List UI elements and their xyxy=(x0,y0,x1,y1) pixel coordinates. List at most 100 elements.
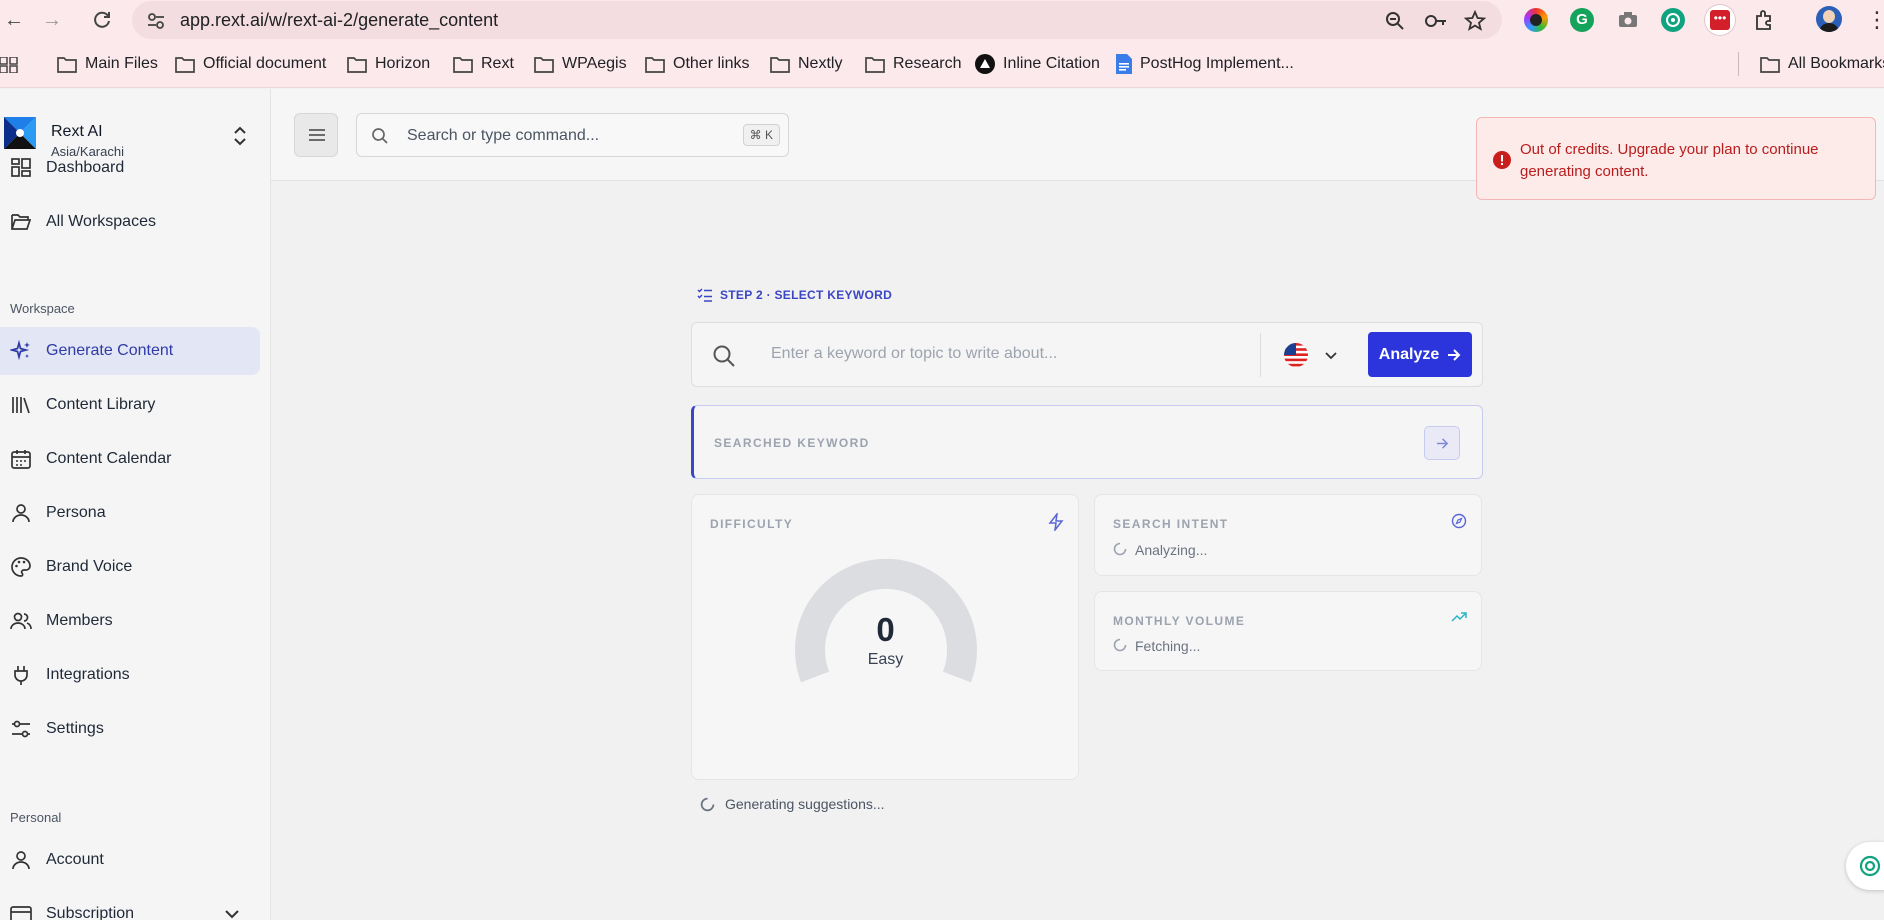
menu-icon xyxy=(309,129,325,141)
sidebar-item-brand-voice[interactable]: Brand Voice xyxy=(0,543,260,591)
bookmark-nextly[interactable]: Nextly xyxy=(770,53,842,75)
password-key-icon[interactable] xyxy=(1424,10,1448,32)
section-label-personal: Personal xyxy=(10,810,62,825)
sidebar-item-integrations[interactable]: Integrations xyxy=(0,651,260,699)
sidebar-toggle-button[interactable] xyxy=(294,113,338,157)
spinner-icon xyxy=(1113,542,1127,556)
section-label-workspace: Workspace xyxy=(10,301,75,316)
search-icon xyxy=(713,345,735,367)
bookmark-rext[interactable]: Rext xyxy=(453,53,514,75)
apps-grid-icon[interactable] xyxy=(0,57,18,73)
profile-avatar-icon[interactable] xyxy=(1816,6,1842,32)
bookmark-official-document[interactable]: Official document xyxy=(175,53,326,75)
searched-keyword-label: SEARCHED KEYWORD xyxy=(714,436,870,450)
bookmark-other-links[interactable]: Other links xyxy=(645,53,749,75)
search-intent-title: SEARCH INTENT xyxy=(1113,517,1229,531)
sidebar-item-dashboard[interactable]: Dashboard xyxy=(0,144,260,192)
folder-icon xyxy=(645,56,665,73)
forward-icon[interactable]: → xyxy=(40,8,64,32)
sidebar-item-all-workspaces[interactable]: All Workspaces xyxy=(0,198,260,246)
bookmarks-divider xyxy=(1738,52,1739,76)
bookmark-all-bookmarks[interactable]: All Bookmarks xyxy=(1760,53,1884,75)
analyze-button[interactable]: Analyze xyxy=(1368,332,1472,377)
difficulty-card: DIFFICULTY 0 Easy xyxy=(691,494,1079,780)
folder-icon xyxy=(534,56,554,73)
search-icon xyxy=(372,128,388,144)
difficulty-label: Easy xyxy=(867,651,904,668)
bookmark-wpaegis[interactable]: WPAegis xyxy=(534,53,627,75)
browser-menu-icon[interactable]: ⋮ xyxy=(1866,8,1884,32)
address-bar[interactable]: app.rext.ai/w/rext-ai-2/generate_content xyxy=(132,1,1502,39)
credit-card-icon xyxy=(10,906,32,920)
bookmark-research[interactable]: Research xyxy=(865,53,961,75)
browser-toolbar: ← → app.rext.ai/w/rext-ai-2/generate_con… xyxy=(0,0,1884,40)
search-placeholder: Search or type command... xyxy=(407,127,600,144)
sidebar: Rext AI Asia/Karachi Dashboard All Works… xyxy=(0,89,271,920)
settings-sliders-icon xyxy=(12,720,30,738)
keyword-input[interactable]: Enter a keyword or topic to write about.… xyxy=(771,345,1057,363)
list-check-icon xyxy=(697,288,712,302)
chevron-down-icon[interactable] xyxy=(224,909,240,919)
sidebar-item-generate-content[interactable]: Generate Content xyxy=(0,327,260,375)
trending-up-icon xyxy=(1451,612,1467,622)
camera-icon[interactable] xyxy=(1616,8,1640,32)
country-select[interactable] xyxy=(1272,334,1352,376)
folder-icon xyxy=(347,56,367,73)
sidebar-item-persona[interactable]: Persona xyxy=(0,489,260,537)
plug-icon xyxy=(14,666,28,685)
back-icon[interactable]: ← xyxy=(2,8,26,32)
compass-icon xyxy=(1451,513,1467,529)
folder-open-icon xyxy=(11,214,32,230)
us-flag-icon xyxy=(1284,343,1308,367)
sidebar-item-settings[interactable]: Settings xyxy=(0,705,260,753)
reload-icon[interactable] xyxy=(90,8,114,32)
command-search-input[interactable]: Search or type command... ⌘ K xyxy=(356,113,789,157)
dashboard-icon xyxy=(11,158,31,177)
sidebar-item-account[interactable]: Account xyxy=(0,836,260,884)
google-docs-icon xyxy=(1116,54,1132,74)
sidebar-item-subscription[interactable]: Subscription xyxy=(0,890,260,920)
toast-message: Out of credits. Upgrade your plan to con… xyxy=(1520,141,1819,180)
difficulty-value: 0 xyxy=(876,611,895,648)
extension-color-icon[interactable] xyxy=(1524,8,1548,32)
bookmark-posthog[interactable]: PostHog Implement... xyxy=(1116,53,1294,75)
searched-keyword-go-button[interactable] xyxy=(1424,426,1460,460)
difficulty-title: DIFFICULTY xyxy=(710,517,794,531)
users-icon xyxy=(10,612,32,630)
shortcut-badge: ⌘ K xyxy=(742,124,780,146)
keyword-search-bar: Enter a keyword or topic to write about.… xyxy=(691,322,1483,387)
brand-name: Rext AI xyxy=(51,123,103,140)
palette-icon xyxy=(11,557,31,577)
library-icon xyxy=(12,397,30,414)
grammarly-icon[interactable]: G xyxy=(1570,8,1594,32)
site-settings-icon[interactable] xyxy=(146,11,166,31)
folder-icon xyxy=(57,56,77,73)
extension-red-icon[interactable]: ••• xyxy=(1705,5,1735,35)
step-indicator: STEP 2 · SELECT KEYWORD xyxy=(697,288,892,302)
url-text[interactable]: app.rext.ai/w/rext-ai-2/generate_content xyxy=(180,10,498,31)
arrow-right-icon xyxy=(1448,348,1461,361)
bookmark-main-files[interactable]: Main Files xyxy=(57,53,158,75)
folder-icon xyxy=(175,56,195,73)
alert-circle-icon xyxy=(1493,151,1511,169)
monthly-volume-card: MONTHLY VOLUME Fetching... xyxy=(1094,591,1482,671)
assistant-icon xyxy=(1859,855,1881,877)
assistant-launcher-button[interactable] xyxy=(1846,842,1884,890)
bookmark-star-icon[interactable] xyxy=(1464,10,1486,32)
spinner-icon xyxy=(1113,638,1127,652)
bookmark-inline-citation[interactable]: Inline Citation xyxy=(975,53,1100,75)
folder-icon xyxy=(453,56,473,73)
folder-icon xyxy=(770,56,790,73)
sidebar-item-content-library[interactable]: Content Library xyxy=(0,381,260,429)
bookmarks-bar: Main Files Official document Horizon Rex… xyxy=(0,40,1884,88)
lightning-icon xyxy=(1048,513,1064,531)
zoom-icon[interactable] xyxy=(1384,10,1406,32)
sidebar-item-content-calendar[interactable]: Content Calendar xyxy=(0,435,260,483)
bookmark-horizon[interactable]: Horizon xyxy=(347,53,430,75)
extensions-puzzle-icon[interactable] xyxy=(1752,8,1776,32)
chatgpt-icon[interactable] xyxy=(1661,8,1685,32)
divider xyxy=(1260,333,1261,377)
sparkles-icon xyxy=(10,340,30,361)
arrow-right-icon xyxy=(1436,438,1449,449)
sidebar-item-members[interactable]: Members xyxy=(0,597,260,645)
